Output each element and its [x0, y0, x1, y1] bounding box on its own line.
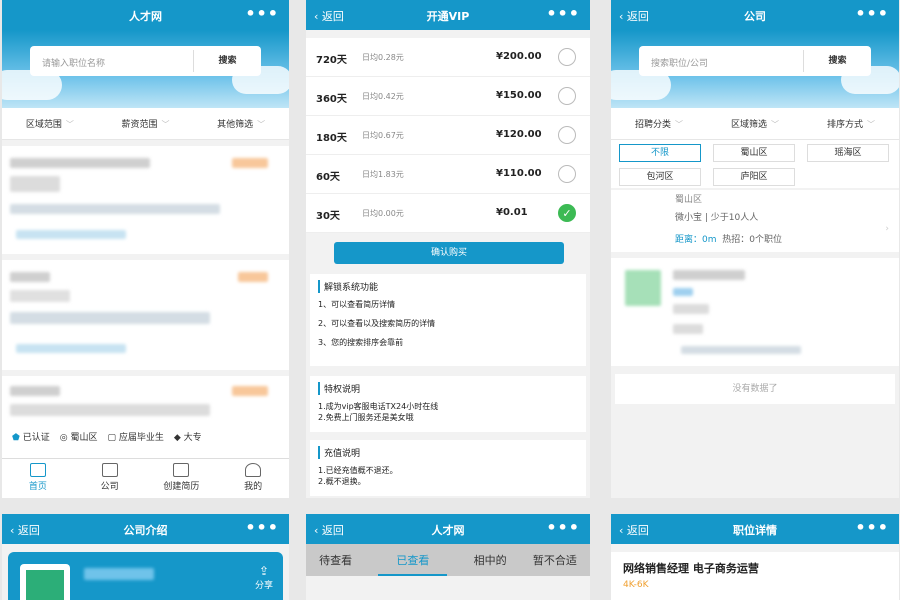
job-header: 网络销售经理 电子商务运营 4K-6K: [611, 552, 899, 600]
filter-area[interactable]: 区域筛选 ﹀: [731, 117, 779, 130]
filter-area[interactable]: 区域范围 ﹀: [26, 117, 74, 130]
filter-bar: 招聘分类 ﹀ 区域筛选 ﹀ 排序方式 ﹀: [611, 108, 899, 140]
job-card[interactable]: [2, 260, 289, 370]
search-input[interactable]: 请输入职位名称 搜索: [30, 46, 261, 76]
radio-button[interactable]: [558, 126, 576, 144]
company-card[interactable]: [611, 258, 899, 366]
top-bar: ‹ 返回 公司介绍 •••: [2, 514, 289, 544]
no-more-data: 没有数据了: [615, 374, 895, 404]
more-icon[interactable]: •••: [546, 4, 580, 23]
top-bar: ‹ 返回 人才网 •••: [306, 514, 590, 544]
education-tag: ◆ 大专: [173, 433, 202, 443]
tab-create-resume[interactable]: 创建简历: [146, 459, 218, 498]
category-grid: 不限 蜀山区 瑶海区 包河区 庐阳区: [611, 140, 899, 188]
category-option[interactable]: 蜀山区: [713, 144, 795, 162]
filter-category[interactable]: 招聘分类 ﹀: [635, 117, 683, 130]
job-card[interactable]: ⬟ 已认证 ◎ 蜀山区 ▢ 应届毕业生 ◆ 大专: [2, 376, 289, 460]
building-icon: [101, 463, 118, 477]
tab-company[interactable]: 公司: [74, 459, 146, 498]
category-option[interactable]: 不限: [619, 144, 701, 162]
category-option[interactable]: 庐阳区: [713, 168, 795, 186]
more-icon[interactable]: •••: [546, 518, 580, 537]
job-detail-screen: ‹ 返回 职位详情 ••• 网络销售经理 电子商务运营 4K-6K: [611, 514, 899, 600]
shield-icon: ⬟: [12, 433, 20, 443]
job-title: 网络销售经理 电子商务运营: [623, 562, 759, 575]
company-card[interactable]: 蜀山区 微小宝 | 少于10人人 距离：0m 热招：0个职位 ›: [611, 190, 899, 252]
confirm-purchase-button[interactable]: 确认购买: [334, 242, 564, 264]
tab-liked[interactable]: 相中的: [474, 552, 507, 568]
tab-pending[interactable]: 待查看: [319, 552, 352, 568]
district-tag: ◎ 蜀山区: [59, 433, 98, 443]
radio-button[interactable]: [558, 165, 576, 183]
vip-screen: ‹ 返回 开通VIP ••• 720天 日均0.28元 ¥200.00 360天 日均…: [306, 0, 590, 498]
location-icon: ◎: [59, 433, 68, 443]
edit-icon: [173, 463, 190, 477]
cap-icon: ◆: [173, 433, 181, 443]
recharge-section: 充值说明 1.已经充值概不退还。 2.概不退换。: [310, 440, 586, 496]
search-input[interactable]: 搜索职位/公司 搜索: [639, 46, 871, 76]
more-icon[interactable]: •••: [245, 4, 279, 23]
search-button[interactable]: 搜索: [193, 50, 261, 72]
job-card[interactable]: [2, 146, 289, 254]
tab-mine[interactable]: 我的: [217, 459, 289, 498]
home-icon: [29, 463, 46, 477]
company-screen: ‹ 返回 公司 ••• 搜索职位/公司 搜索 招聘分类 ﹀ 区域筛选 ﹀ 排序方式 ﹀…: [611, 0, 899, 498]
company-header: ⇪ 分享: [8, 552, 283, 600]
more-icon[interactable]: •••: [245, 518, 279, 537]
top-bar: ‹ 返回 职位详情 •••: [611, 514, 899, 544]
more-icon[interactable]: •••: [855, 518, 889, 537]
share-icon: ⇪: [258, 564, 270, 578]
bottom-tab-bar: 首页 公司 创建简历 我的: [2, 458, 289, 498]
radio-button[interactable]: [558, 48, 576, 66]
search-button[interactable]: 搜索: [803, 50, 871, 72]
resume-status-screen: ‹ 返回 人才网 ••• 待查看 已查看 相中的 暂不合适: [306, 514, 590, 600]
filter-salary[interactable]: 薪资范围 ﹀: [121, 117, 169, 130]
top-bar: ‹ 返回 公司 •••: [611, 0, 899, 30]
filter-bar: 区域范围 ﹀ 薪资范围 ﹀ 其他筛选 ﹀: [2, 108, 289, 140]
company-logo: [20, 564, 70, 600]
more-icon[interactable]: •••: [855, 4, 889, 23]
radio-button[interactable]: [558, 87, 576, 105]
search-placeholder: 请输入职位名称: [42, 59, 106, 69]
job-salary: 4K-6K: [623, 580, 649, 590]
category-option[interactable]: 瑶海区: [807, 144, 889, 162]
features-section: 解锁系统功能 1、可以查看简历详情 2、可以查看以及搜索简历的详情 3、您的搜索…: [310, 274, 586, 366]
plan-list: 720天 日均0.28元 ¥200.00 360天 日均0.42元 ¥150.00 18…: [306, 38, 590, 233]
check-icon[interactable]: ✓: [558, 204, 576, 222]
company-intro-screen: ‹ 返回 公司介绍 ••• ⇪ 分享: [2, 514, 289, 600]
tab-viewed[interactable]: 已查看: [378, 552, 448, 576]
search-banner: 搜索职位/公司 搜索: [611, 30, 899, 108]
user-icon: [245, 463, 262, 477]
search-banner: 请输入职位名称 搜索: [2, 30, 289, 108]
status-tabs: 待查看 已查看 相中的 暂不合适: [306, 544, 590, 576]
tab-home[interactable]: 首页: [2, 459, 74, 498]
top-bar: 人才网 •••: [2, 0, 289, 30]
briefcase-icon: ▢: [107, 433, 116, 443]
filter-other[interactable]: 其他筛选 ﹀: [217, 117, 265, 130]
top-bar: ‹ 返回 开通VIP •••: [306, 0, 590, 30]
share-button[interactable]: ⇪ 分享: [255, 564, 273, 591]
plan-row[interactable]: 30天 日均0.00元 ¥0.01 ✓: [306, 194, 590, 233]
experience-tag: ▢ 应届毕业生: [107, 433, 164, 443]
privilege-section: 特权说明 1.成为vip客服电话TX24小时在线 2.免费上门服务还是美女哦: [310, 376, 586, 432]
chevron-right-icon: ›: [885, 224, 889, 234]
tab-unsuitable[interactable]: 暂不合适: [533, 552, 577, 568]
home-screen: 人才网 ••• 请输入职位名称 搜索 区域范围 ﹀ 薪资范围 ﹀ 其他筛选 ﹀ ⬟ 已…: [2, 0, 289, 498]
job-tags: ⬟ 已认证 ◎ 蜀山区 ▢ 应届毕业生 ◆ 大专: [12, 430, 202, 443]
filter-sort[interactable]: 排序方式 ﹀: [827, 117, 875, 130]
plan-row[interactable]: 360天 日均0.42元 ¥150.00: [306, 77, 590, 116]
plan-row[interactable]: 180天 日均0.67元 ¥120.00: [306, 116, 590, 155]
plan-row[interactable]: 720天 日均0.28元 ¥200.00: [306, 38, 590, 77]
plan-row[interactable]: 60天 日均1.83元 ¥110.00: [306, 155, 590, 194]
category-option[interactable]: 包河区: [619, 168, 701, 186]
verified-tag: ⬟ 已认证: [12, 433, 50, 443]
